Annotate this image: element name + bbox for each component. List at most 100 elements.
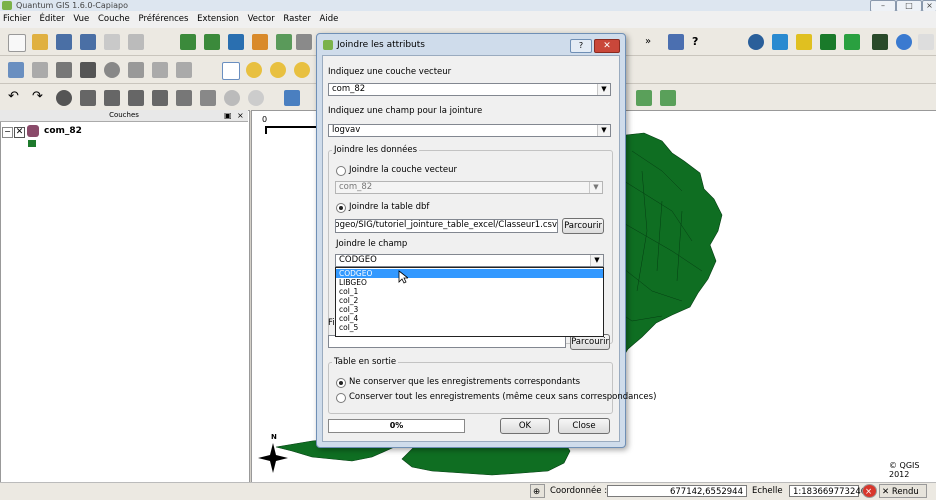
dropdown-option-libgeo[interactable]: LIBGEO (336, 278, 603, 287)
map-tool-icon[interactable] (284, 90, 300, 106)
scale-field[interactable]: 1:183669773246 (789, 485, 866, 497)
join-field2-label: Joindre le champ (336, 239, 408, 249)
stop-render-icon[interactable]: × (862, 484, 877, 498)
toggle-extents-icon[interactable]: ⊕ (530, 484, 545, 498)
plugin-icon-5[interactable] (872, 34, 888, 50)
print-composer-icon[interactable] (104, 34, 120, 50)
rotate-label-icon[interactable] (248, 90, 264, 106)
toolbar-overflow-icon[interactable]: » (645, 34, 661, 50)
plugin-icon-3[interactable] (820, 34, 836, 50)
menu-fichier[interactable]: Fichier (3, 14, 31, 24)
dropdown-option-col1[interactable]: col_1 (336, 287, 603, 296)
dialog-close-icon[interactable]: ✕ (594, 39, 620, 53)
layer-visibility-checkbox[interactable]: ✕ (14, 127, 25, 138)
keep-matching-label: Ne conserver que les enregistrements cor… (349, 377, 581, 387)
layer-collapse-icon[interactable]: − (2, 127, 13, 138)
print-icon[interactable] (128, 34, 144, 50)
dbf-path-input[interactable]: Desktop/Tutogeo/SIG/tutoriel_jointure_ta… (335, 219, 558, 233)
cut-icon[interactable] (128, 62, 144, 78)
keep-matching-radio[interactable] (336, 378, 346, 388)
dialog-help-button[interactable]: ? (570, 39, 592, 53)
menu-raster[interactable]: Raster (283, 14, 310, 24)
delete-selected-icon[interactable] (104, 62, 120, 78)
reshape-icon[interactable] (176, 90, 192, 106)
grid-plugin-icon[interactable] (772, 34, 788, 50)
add-ring-icon[interactable] (80, 90, 96, 106)
plugin-icon-6[interactable] (918, 34, 934, 50)
progress-label: 0% (389, 421, 404, 430)
add-part-icon[interactable] (104, 90, 120, 106)
delete-part-icon[interactable] (152, 90, 168, 106)
raster-tool-icon[interactable] (636, 90, 652, 106)
menu-couche[interactable]: Couche (98, 14, 130, 24)
menu-aide[interactable]: Aide (320, 14, 339, 24)
ok-button[interactable]: OK (500, 418, 550, 434)
split-feature-icon[interactable] (200, 90, 216, 106)
join-field-label: Indiquez une champ pour la jointure (328, 106, 483, 116)
add-raster-layer-icon[interactable] (204, 34, 220, 50)
menu-vue[interactable]: Vue (73, 14, 89, 24)
menu-editer[interactable]: Éditer (39, 14, 64, 24)
identify-icon[interactable] (668, 34, 684, 50)
join-field-select[interactable]: logvav ▼ (328, 124, 611, 137)
delete-ring-icon[interactable] (128, 90, 144, 106)
merge-feature-icon[interactable] (224, 90, 240, 106)
new-project-icon[interactable] (8, 34, 26, 52)
keep-all-radio[interactable] (336, 393, 346, 403)
menu-preferences[interactable]: Préférences (138, 14, 188, 24)
vector-layer-value: com_82 (332, 84, 366, 94)
raster-tool-icon-2[interactable] (660, 90, 676, 106)
dropdown-option-col5[interactable]: col_5 (336, 323, 603, 332)
move-feature-icon[interactable] (56, 62, 72, 78)
redo-icon[interactable]: ↷ (32, 90, 48, 106)
vector-layer-label: Indiquez une couche vecteur (328, 67, 452, 77)
undo-icon[interactable]: ↶ (8, 90, 24, 106)
vector-layer-select[interactable]: com_82 ▼ (328, 83, 611, 96)
join-field2-select[interactable]: CODGEO ▼ (335, 254, 604, 267)
save-as-icon[interactable] (80, 34, 96, 50)
panel-close-icon[interactable]: × (237, 110, 244, 121)
add-spatialite-layer-icon[interactable] (252, 34, 268, 50)
menu-extension[interactable]: Extension (197, 14, 239, 24)
dropdown-option-col2[interactable]: col_2 (336, 296, 603, 305)
save-project-icon[interactable] (56, 34, 72, 50)
zoom-full-icon[interactable] (294, 62, 310, 78)
coordinate-field[interactable]: 677142,6552944 (607, 485, 747, 497)
north-label: N (271, 433, 277, 441)
zoom-out-icon[interactable] (270, 62, 286, 78)
save-edits-icon[interactable] (32, 62, 48, 78)
open-project-icon[interactable] (32, 34, 48, 50)
add-wms-layer-icon[interactable] (276, 34, 292, 50)
dropdown-option-codgeo[interactable]: CODGEO (336, 269, 603, 278)
simplify-feature-icon[interactable] (56, 90, 72, 106)
close-button[interactable]: Close (558, 418, 610, 434)
dropdown-option-col4[interactable]: col_4 (336, 314, 603, 323)
zoom-in-icon[interactable] (246, 62, 262, 78)
add-wfs-layer-icon[interactable] (296, 34, 312, 50)
layer-name[interactable]: com_82 (44, 126, 82, 136)
plugin-icon-4[interactable] (844, 34, 860, 50)
join-data-group-title: Joindre les données (332, 145, 420, 155)
panel-float-icon[interactable]: ▣ (224, 110, 232, 121)
join-vector-radio[interactable] (336, 166, 346, 176)
join-vector-select[interactable]: com_82 ▼ (335, 181, 603, 194)
scale-label: Echelle (752, 486, 783, 496)
menu-vector[interactable]: Vector (248, 14, 275, 24)
join-field-value: logvav (332, 125, 361, 135)
plugin-icon-2[interactable] (796, 34, 812, 50)
dropdown-option-col3[interactable]: col_3 (336, 305, 603, 314)
add-vector-layer-icon[interactable] (180, 34, 196, 50)
browse-dbf-button[interactable]: Parcourir (562, 218, 604, 234)
node-tool-icon[interactable] (80, 62, 96, 78)
add-postgis-layer-icon[interactable] (228, 34, 244, 50)
copy-icon[interactable] (152, 62, 168, 78)
globe-icon[interactable] (896, 34, 912, 50)
pan-hand-icon[interactable] (222, 62, 240, 80)
whats-this-help-icon[interactable]: ? (692, 34, 708, 50)
mouse-cursor-icon (398, 270, 408, 284)
join-dbf-radio[interactable] (336, 203, 346, 213)
copyright-label-icon[interactable] (748, 34, 764, 50)
render-toggle[interactable]: ✕ Rendu (879, 484, 927, 498)
paste-icon[interactable] (176, 62, 192, 78)
toggle-editing-icon[interactable] (8, 62, 24, 78)
